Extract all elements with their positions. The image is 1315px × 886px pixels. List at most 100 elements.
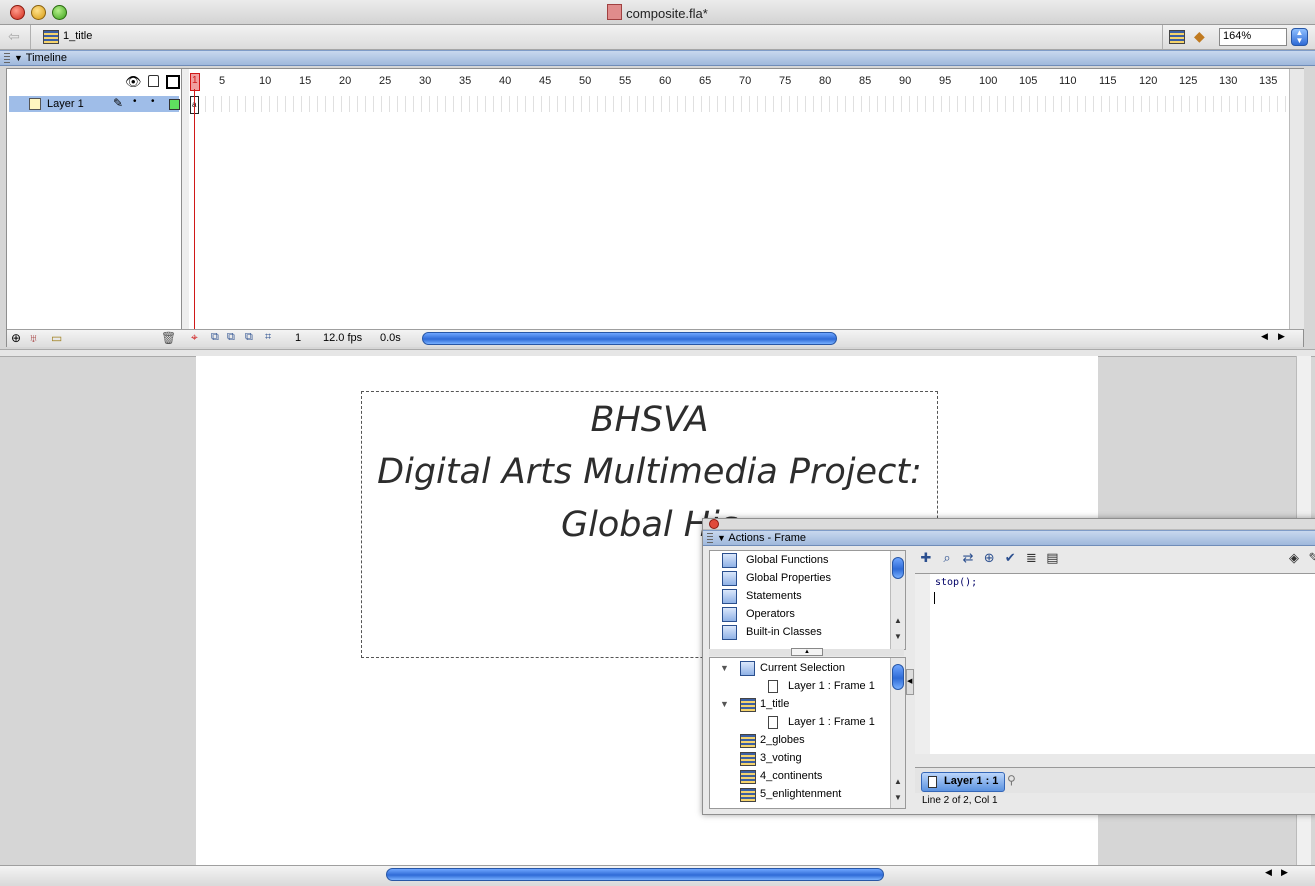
scroll-right-arrow[interactable]: ▶ <box>1278 331 1285 342</box>
zoom-dropdown-button[interactable]: ▲ ▼ <box>1291 28 1308 46</box>
debug-options-icon[interactable]: ✎ <box>1305 550 1315 566</box>
reference-icon[interactable]: ◈ <box>1285 550 1303 566</box>
toolbox-item-label: Global Functions <box>746 554 829 566</box>
navigator-item[interactable]: ▼ Current Selection <box>710 659 888 677</box>
check-syntax-icon[interactable]: ✔ <box>1001 550 1019 566</box>
navigator-item[interactable]: Layer 1 : Frame 1 <box>710 713 888 731</box>
edit-symbols-icon[interactable]: ◆ <box>1194 28 1205 45</box>
frame-rate-readout[interactable]: 12.0 fps <box>323 332 362 344</box>
lock-dot[interactable]: • <box>151 96 155 107</box>
scene-breadcrumb[interactable]: 1_title <box>63 30 92 42</box>
script-editor[interactable]: stop(); <box>915 573 1315 754</box>
add-motion-guide-icon[interactable]: ♅ <box>29 331 38 345</box>
actions-toolbox: Global Functions Global Properties Stateme… <box>709 550 906 650</box>
layer-outline-color[interactable] <box>169 99 180 110</box>
layer-icon <box>29 98 41 110</box>
layer-splitter[interactable] <box>182 69 189 329</box>
toolbox-splitter[interactable]: ▲ <box>709 648 904 656</box>
stage-horizontal-scrollbar[interactable]: ◀ ▶ <box>0 865 1315 886</box>
center-frame-icon[interactable]: ⌖ <box>191 330 198 345</box>
edit-scene-icon[interactable] <box>1169 30 1185 44</box>
stage-scroll-thumb[interactable] <box>386 868 884 881</box>
lock-icon[interactable] <box>148 75 159 87</box>
frame-ruler-label: 30 <box>419 75 432 87</box>
find-icon[interactable]: ⌕ <box>938 550 956 566</box>
script-toolbar: ✚ ⌕ ⇄ ⊕ ✔ ≣ ▤ ◈ ✎ <box>917 550 1315 572</box>
navigator-scene[interactable]: ▼ 1_title <box>710 695 888 713</box>
zoom-field[interactable]: 164% <box>1219 28 1287 46</box>
navigator-scene[interactable]: 2_globes <box>710 731 888 749</box>
frames-area[interactable]: 1510152025303540455055606570758085909510… <box>190 69 1293 329</box>
delete-layer-icon[interactable]: 🗑 <box>161 331 176 345</box>
scroll-up-arrow[interactable]: ▲ <box>891 615 905 627</box>
frame-ruler[interactable]: 1510152025303540455055606570758085909510… <box>190 69 1293 94</box>
navigator-item[interactable]: Layer 1 : Frame 1 <box>710 677 888 695</box>
scene-icon <box>740 788 756 802</box>
navigator-scroll-thumb[interactable] <box>892 664 904 690</box>
pencil-icon: ✎ <box>113 96 124 110</box>
toolbox-item[interactable]: Statements <box>710 587 888 605</box>
timeline-horizontal-scroll-thumb[interactable] <box>422 332 837 345</box>
collapse-triangle-icon[interactable]: ▼ <box>14 53 23 63</box>
toolbox-item[interactable]: Built-in Classes <box>710 623 888 641</box>
timeline-vertical-scrollbar[interactable] <box>1289 69 1304 329</box>
navigator-item-label: 3_voting <box>760 752 802 764</box>
outline-icon[interactable] <box>166 75 180 89</box>
layer-row[interactable]: Layer 1 ✎ • • <box>9 96 180 112</box>
edit-multiple-frames-icon[interactable]: ⧉ <box>245 331 253 344</box>
code-line-1[interactable]: stop(); <box>935 577 977 588</box>
insert-folder-icon[interactable]: ▭ <box>51 331 62 345</box>
scroll-down-arrow[interactable]: ▼ <box>891 792 905 804</box>
modify-onion-markers-icon[interactable]: ⌗ <box>265 331 271 344</box>
actions-panel-header[interactable]: ▼ Actions - Frame <box>703 530 1315 546</box>
scroll-left-arrow[interactable]: ◀ <box>1265 867 1272 878</box>
frame-ruler-label: 130 <box>1219 75 1238 87</box>
scroll-up-arrow[interactable]: ▲ <box>891 776 905 788</box>
add-item-icon[interactable]: ✚ <box>917 550 935 566</box>
auto-format-icon[interactable]: ≣ <box>1022 550 1040 566</box>
onion-outlines-icon[interactable]: ⧉ <box>227 331 235 344</box>
toolbox-item[interactable]: Global Properties <box>710 569 888 587</box>
toolbox-scroll-thumb[interactable] <box>892 557 904 579</box>
panel-grip-icon[interactable] <box>4 53 10 64</box>
toolbox-item[interactable]: Global Functions <box>710 551 888 569</box>
navigator-scene[interactable]: 5_enlightenment <box>710 785 888 803</box>
timeline-status-bar: ⊕ ♅ ▭ 🗑 ⌖ ⧉ ⧉ ⧉ ⌗ 1 12.0 fps 0.0s ◀ ▶ <box>7 329 1303 347</box>
frame-row[interactable]: a <box>190 96 1290 114</box>
navigator-scene[interactable]: 4_continents <box>710 767 888 785</box>
show-code-hint-icon[interactable]: ▤ <box>1043 550 1061 566</box>
frame-ruler-label: 85 <box>859 75 872 87</box>
navigator-scene[interactable]: 3_voting <box>710 749 888 767</box>
toolbox-scrollbar[interactable]: ▲ ▼ <box>890 551 905 649</box>
navigator-scrollbar[interactable]: ▲ ▼ <box>890 658 905 808</box>
scroll-right-arrow[interactable]: ▶ <box>1281 867 1288 878</box>
panel-grip-icon[interactable] <box>707 533 713 544</box>
close-panel-button[interactable] <box>709 519 719 529</box>
script-tab[interactable]: Layer 1 : 1 <box>921 772 1005 792</box>
visibility-dot[interactable]: • <box>133 96 137 107</box>
layer-name[interactable]: Layer 1 <box>47 98 84 110</box>
expand-triangle-icon[interactable]: ▼ <box>720 695 729 713</box>
expand-triangle-icon[interactable]: ▼ <box>720 659 729 677</box>
frame-ruler-label: 5 <box>219 75 226 87</box>
onion-skin-icon[interactable]: ⧉ <box>211 331 219 344</box>
frame-ruler-label: 20 <box>339 75 352 87</box>
actions-panel-titlebar[interactable] <box>703 519 1315 530</box>
playhead[interactable]: 1 <box>190 73 200 91</box>
divider <box>30 25 31 49</box>
toolbox-item[interactable]: Operators <box>710 605 888 623</box>
pin-script-icon[interactable]: ⚲ <box>1007 773 1016 787</box>
fla-document-icon <box>607 4 623 20</box>
show-hide-eye-icon[interactable]: 👁 <box>125 74 142 90</box>
scroll-down-arrow[interactable]: ▼ <box>891 631 905 643</box>
target-path-icon[interactable]: ⊕ <box>980 550 998 566</box>
timeline-panel-header[interactable]: ▼ Timeline <box>0 50 1315 66</box>
title-line-1: BHSVA <box>590 400 709 440</box>
scroll-left-arrow[interactable]: ◀ <box>1261 331 1268 342</box>
book-icon <box>722 589 737 604</box>
replace-icon[interactable]: ⇄ <box>959 550 977 566</box>
collapse-sidebar-button[interactable]: ◀ <box>906 669 914 695</box>
collapse-triangle-icon[interactable]: ▼ <box>717 533 726 543</box>
back-arrow-icon[interactable]: ⇦ <box>8 28 20 45</box>
insert-layer-icon[interactable]: ⊕ <box>11 331 21 345</box>
